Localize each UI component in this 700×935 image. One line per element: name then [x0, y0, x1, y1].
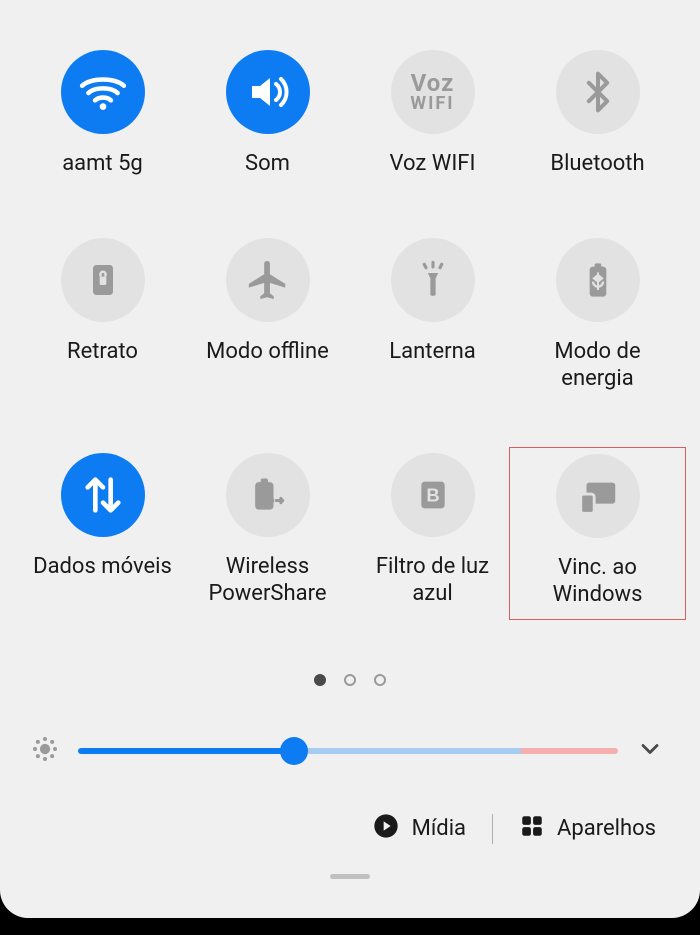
tile-airplane[interactable]: Modo offline — [185, 238, 350, 393]
sound-icon — [226, 50, 310, 134]
pagination-dots[interactable] — [0, 674, 700, 686]
page-dot — [314, 674, 326, 686]
page-dot — [374, 674, 386, 686]
brightness-row — [0, 734, 700, 768]
chevron-down-icon[interactable] — [636, 735, 664, 767]
tile-label: Lanterna — [389, 338, 475, 366]
tile-label: Wireless PowerShare — [193, 553, 343, 608]
tile-label: Modo offline — [206, 338, 329, 366]
drag-handle[interactable] — [330, 874, 370, 879]
tile-label: Modo de energia — [523, 338, 673, 393]
brightness-icon — [30, 734, 60, 768]
devices-label: Aparelhos — [557, 816, 656, 841]
tile-label: Retrato — [67, 338, 138, 366]
devices-button[interactable]: Aparelhos — [519, 813, 656, 845]
tile-rotation-lock[interactable]: Retrato — [20, 238, 185, 393]
link-to-windows-icon — [556, 454, 640, 538]
tile-link-to-windows[interactable]: Vinc. ao Windows — [509, 447, 686, 620]
slider-track — [78, 748, 618, 754]
mobile-data-icon — [61, 453, 145, 537]
bottom-actions: Mídia Aparelhos — [0, 812, 700, 846]
tile-power-share[interactable]: Wireless PowerShare — [185, 453, 350, 610]
tile-sound[interactable]: Som — [185, 50, 350, 178]
media-button[interactable]: Mídia — [372, 812, 466, 846]
brightness-slider[interactable] — [78, 741, 618, 761]
media-label: Mídia — [412, 816, 466, 841]
tile-label: Dados móveis — [33, 553, 172, 581]
tile-label: aamt 5g — [62, 150, 143, 178]
tile-voz-wifi[interactable]: Voz WIFI Voz WIFI — [350, 50, 515, 178]
tile-label: Vinc. ao Windows — [523, 554, 673, 609]
tile-bluetooth[interactable]: Bluetooth — [515, 50, 680, 178]
rotation-lock-icon — [61, 238, 145, 322]
power-share-icon — [226, 453, 310, 537]
page-dot — [344, 674, 356, 686]
slider-thumb[interactable] — [280, 737, 308, 765]
tile-mobile-data[interactable]: Dados móveis — [20, 453, 185, 610]
flashlight-icon — [391, 238, 475, 322]
tile-label: Bluetooth — [550, 150, 644, 178]
tile-wifi[interactable]: aamt 5g — [20, 50, 185, 178]
devices-icon — [519, 813, 545, 845]
tile-flashlight[interactable]: Lanterna — [350, 238, 515, 393]
bluetooth-icon — [556, 50, 640, 134]
quick-settings-panel: aamt 5g Som Voz WIFI Voz WIFI — [0, 0, 700, 918]
voz-wifi-icon: Voz WIFI — [391, 50, 475, 134]
svg-text:B: B — [426, 484, 439, 505]
blue-light-icon: B — [391, 453, 475, 537]
tile-power-mode[interactable]: Modo de energia — [515, 238, 680, 393]
wifi-icon — [61, 50, 145, 134]
airplane-icon — [226, 238, 310, 322]
divider — [492, 814, 493, 844]
tile-blue-light[interactable]: B Filtro de luz azul — [350, 453, 515, 610]
tile-label: Filtro de luz azul — [358, 553, 508, 608]
play-icon — [372, 812, 400, 846]
battery-saver-icon — [556, 238, 640, 322]
tile-label: Som — [245, 150, 290, 178]
tiles-grid: aamt 5g Som Voz WIFI Voz WIFI — [0, 50, 700, 610]
tile-label: Voz WIFI — [390, 150, 476, 178]
